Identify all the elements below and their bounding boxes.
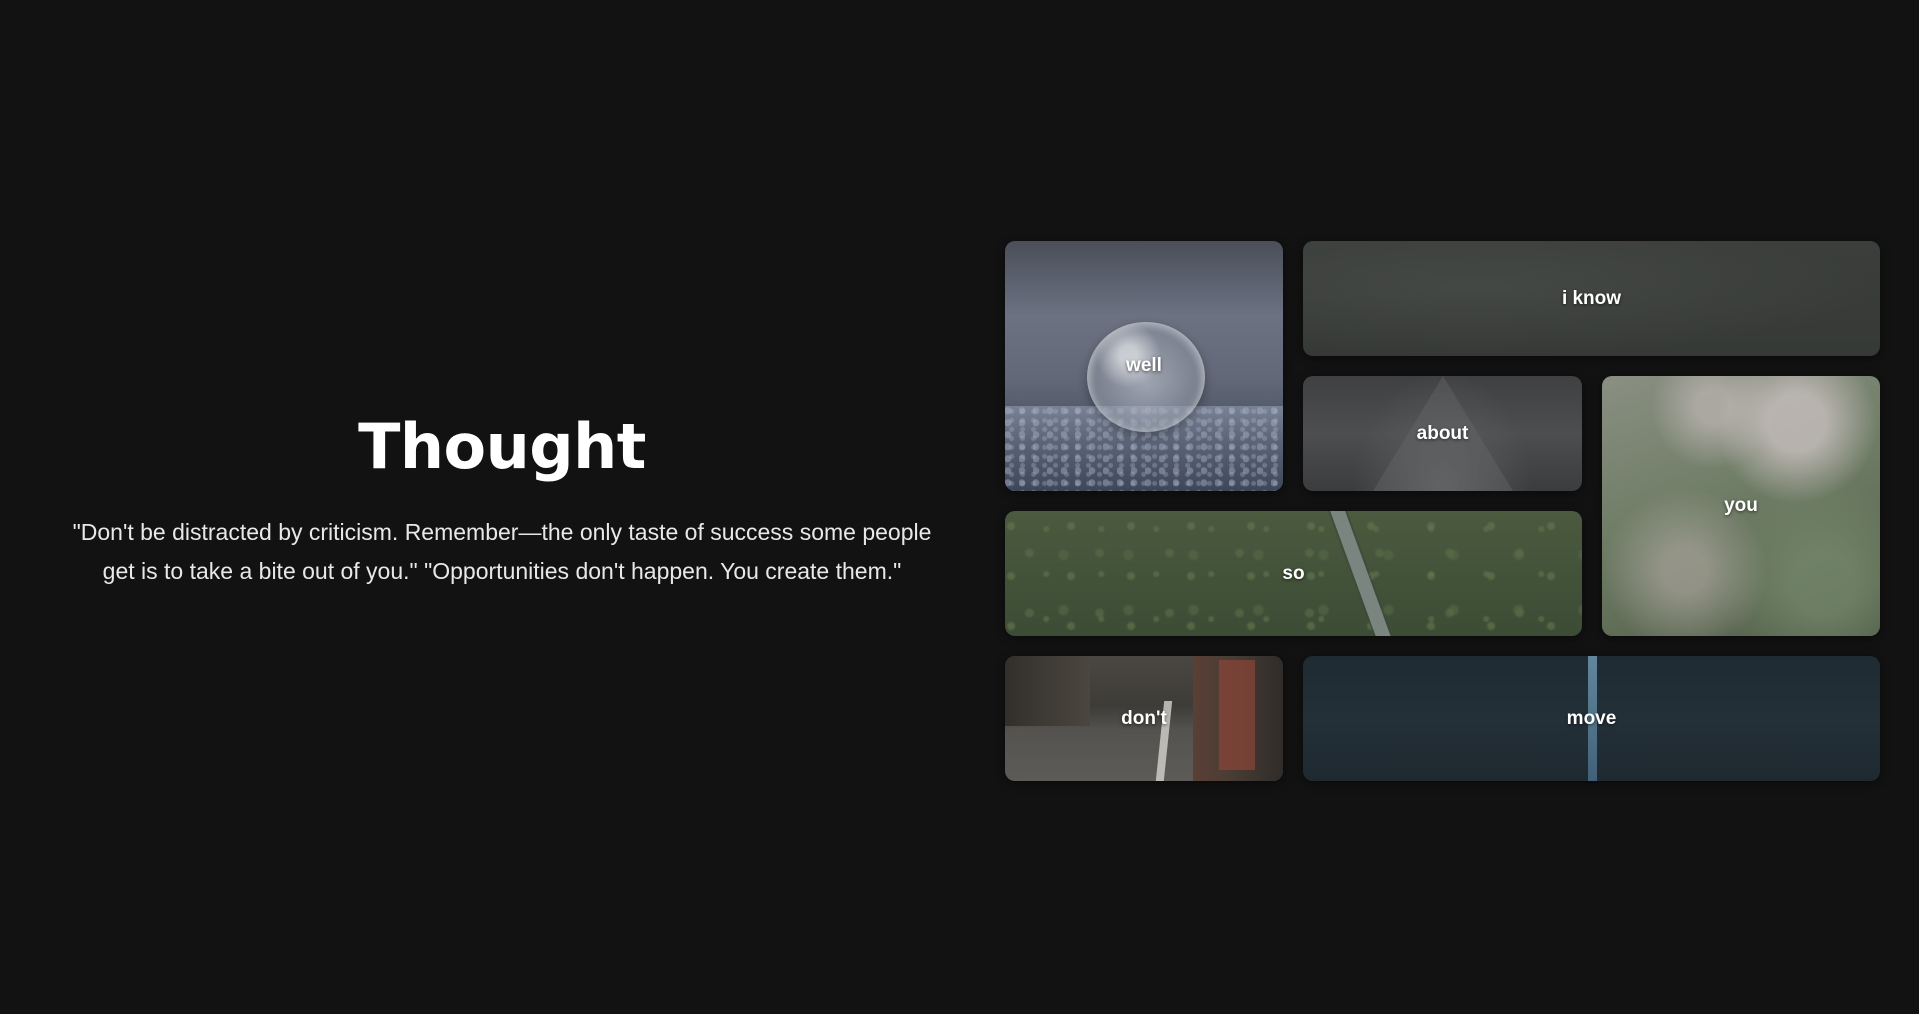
hero-section: Thought "Don't be distracted by criticis… [60,405,944,591]
tile-label: well [1126,355,1162,376]
tile-label: about [1416,422,1469,444]
tile-label: i know [1561,287,1622,309]
gallery-tile-well[interactable]: well [1005,241,1283,491]
tile-label: don't [1121,707,1167,729]
page-title: Thought [358,410,646,483]
page: Thought "Don't be distracted by criticis… [0,0,1919,1014]
tile-label: move [1566,707,1617,729]
gallery-tile-you[interactable]: you [1602,376,1880,636]
tile-label: so [1282,562,1305,584]
gallery-tile-so[interactable]: so [1005,511,1582,636]
tile-label: you [1724,495,1758,516]
gallery-tile-move[interactable]: move [1303,656,1880,781]
quote-text: "Don't be distracted by criticism. Remem… [72,519,932,584]
gallery-tile-dont[interactable]: don't [1005,656,1283,781]
gallery-tile-i-know[interactable]: i know [1303,241,1880,356]
gallery-tile-about[interactable]: about [1303,376,1582,491]
